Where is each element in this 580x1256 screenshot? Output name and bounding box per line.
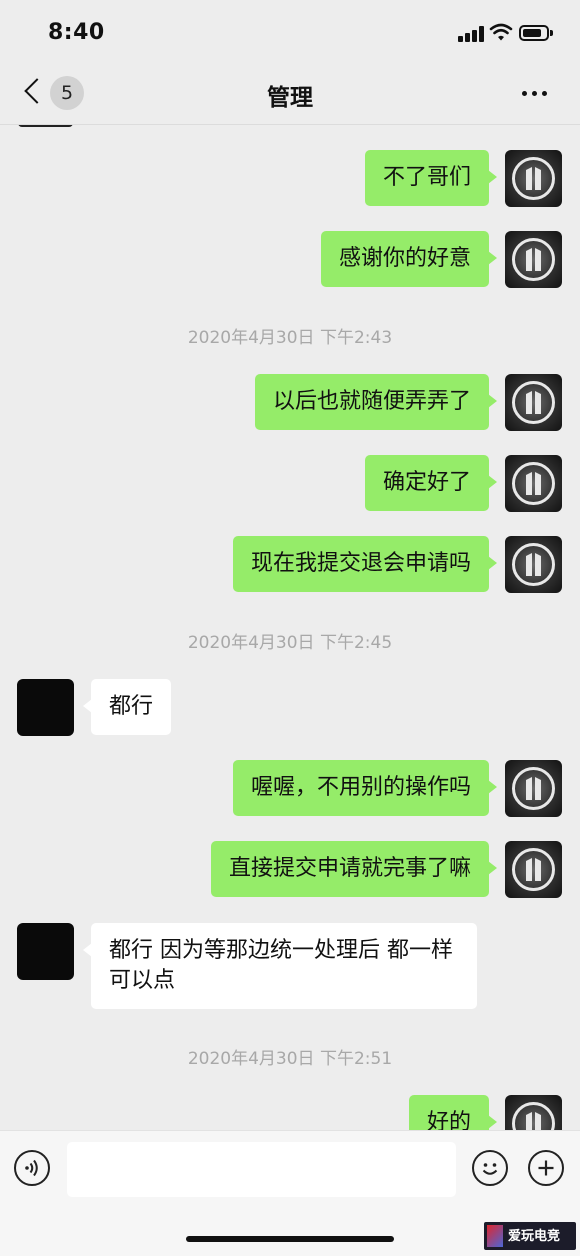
my-avatar[interactable] [505,150,562,207]
battery-icon [519,25,553,41]
message-input[interactable] [67,1142,456,1197]
my-avatar[interactable] [505,374,562,431]
status-bar: 8:40 [0,0,580,66]
contact-avatar[interactable] [17,679,74,736]
message-bubble-sent[interactable]: 以后也就随便弄弄了 [254,374,498,430]
my-avatar[interactable] [505,760,562,817]
emoji-icon[interactable] [472,1150,508,1186]
cellular-signal-icon [458,26,486,42]
wifi-icon [489,23,513,41]
plus-icon[interactable] [528,1150,564,1186]
home-indicator [186,1236,394,1242]
message-bubble-sent[interactable]: 现在我提交退会申请吗 [232,536,498,592]
more-dots-icon[interactable] [518,82,552,104]
contact-avatar[interactable] [17,923,74,980]
message-bubble-received[interactable]: 都行 因为等那边统一处理后 都一样可以点 [83,923,477,1009]
message-list[interactable]: 不了哥们 感谢你的好意 2020年4月30日 下午2:43 以后也就随便弄弄了 … [0,125,580,1130]
message-bubble-sent[interactable]: 直接提交申请就完事了嘛 [210,841,498,897]
partial-avatar [18,125,73,127]
message-bubble-sent[interactable]: 喔喔，不用别的操作吗 [232,760,498,816]
timestamp: 2020年4月30日 下午2:43 [187,328,393,348]
message-bubble-sent[interactable]: 不了哥们 [364,150,498,206]
message-bubble-sent[interactable]: 好的 [408,1095,498,1130]
my-avatar[interactable] [505,1095,562,1130]
message-bubble-sent[interactable]: 确定好了 [364,455,498,511]
brand-mark-icon [487,1225,503,1247]
voice-icon[interactable] [14,1150,50,1186]
chat-title: 管理 [267,85,313,111]
watermark-text: 爱玩电竞 [508,1229,561,1244]
my-avatar[interactable] [505,536,562,593]
message-bubble-received[interactable]: 都行 [82,679,172,735]
timestamp: 2020年4月30日 下午2:51 [187,1049,393,1069]
my-avatar[interactable] [505,455,562,512]
nav-bar: 5 管理 [0,66,580,125]
my-avatar[interactable] [505,231,562,288]
my-avatar[interactable] [505,841,562,898]
timestamp: 2020年4月30日 下午2:45 [187,633,393,653]
status-time: 8:40 [48,20,105,45]
watermark-logo: 爱玩电竞 [484,1222,576,1250]
message-bubble-sent[interactable]: 感谢你的好意 [320,231,498,287]
